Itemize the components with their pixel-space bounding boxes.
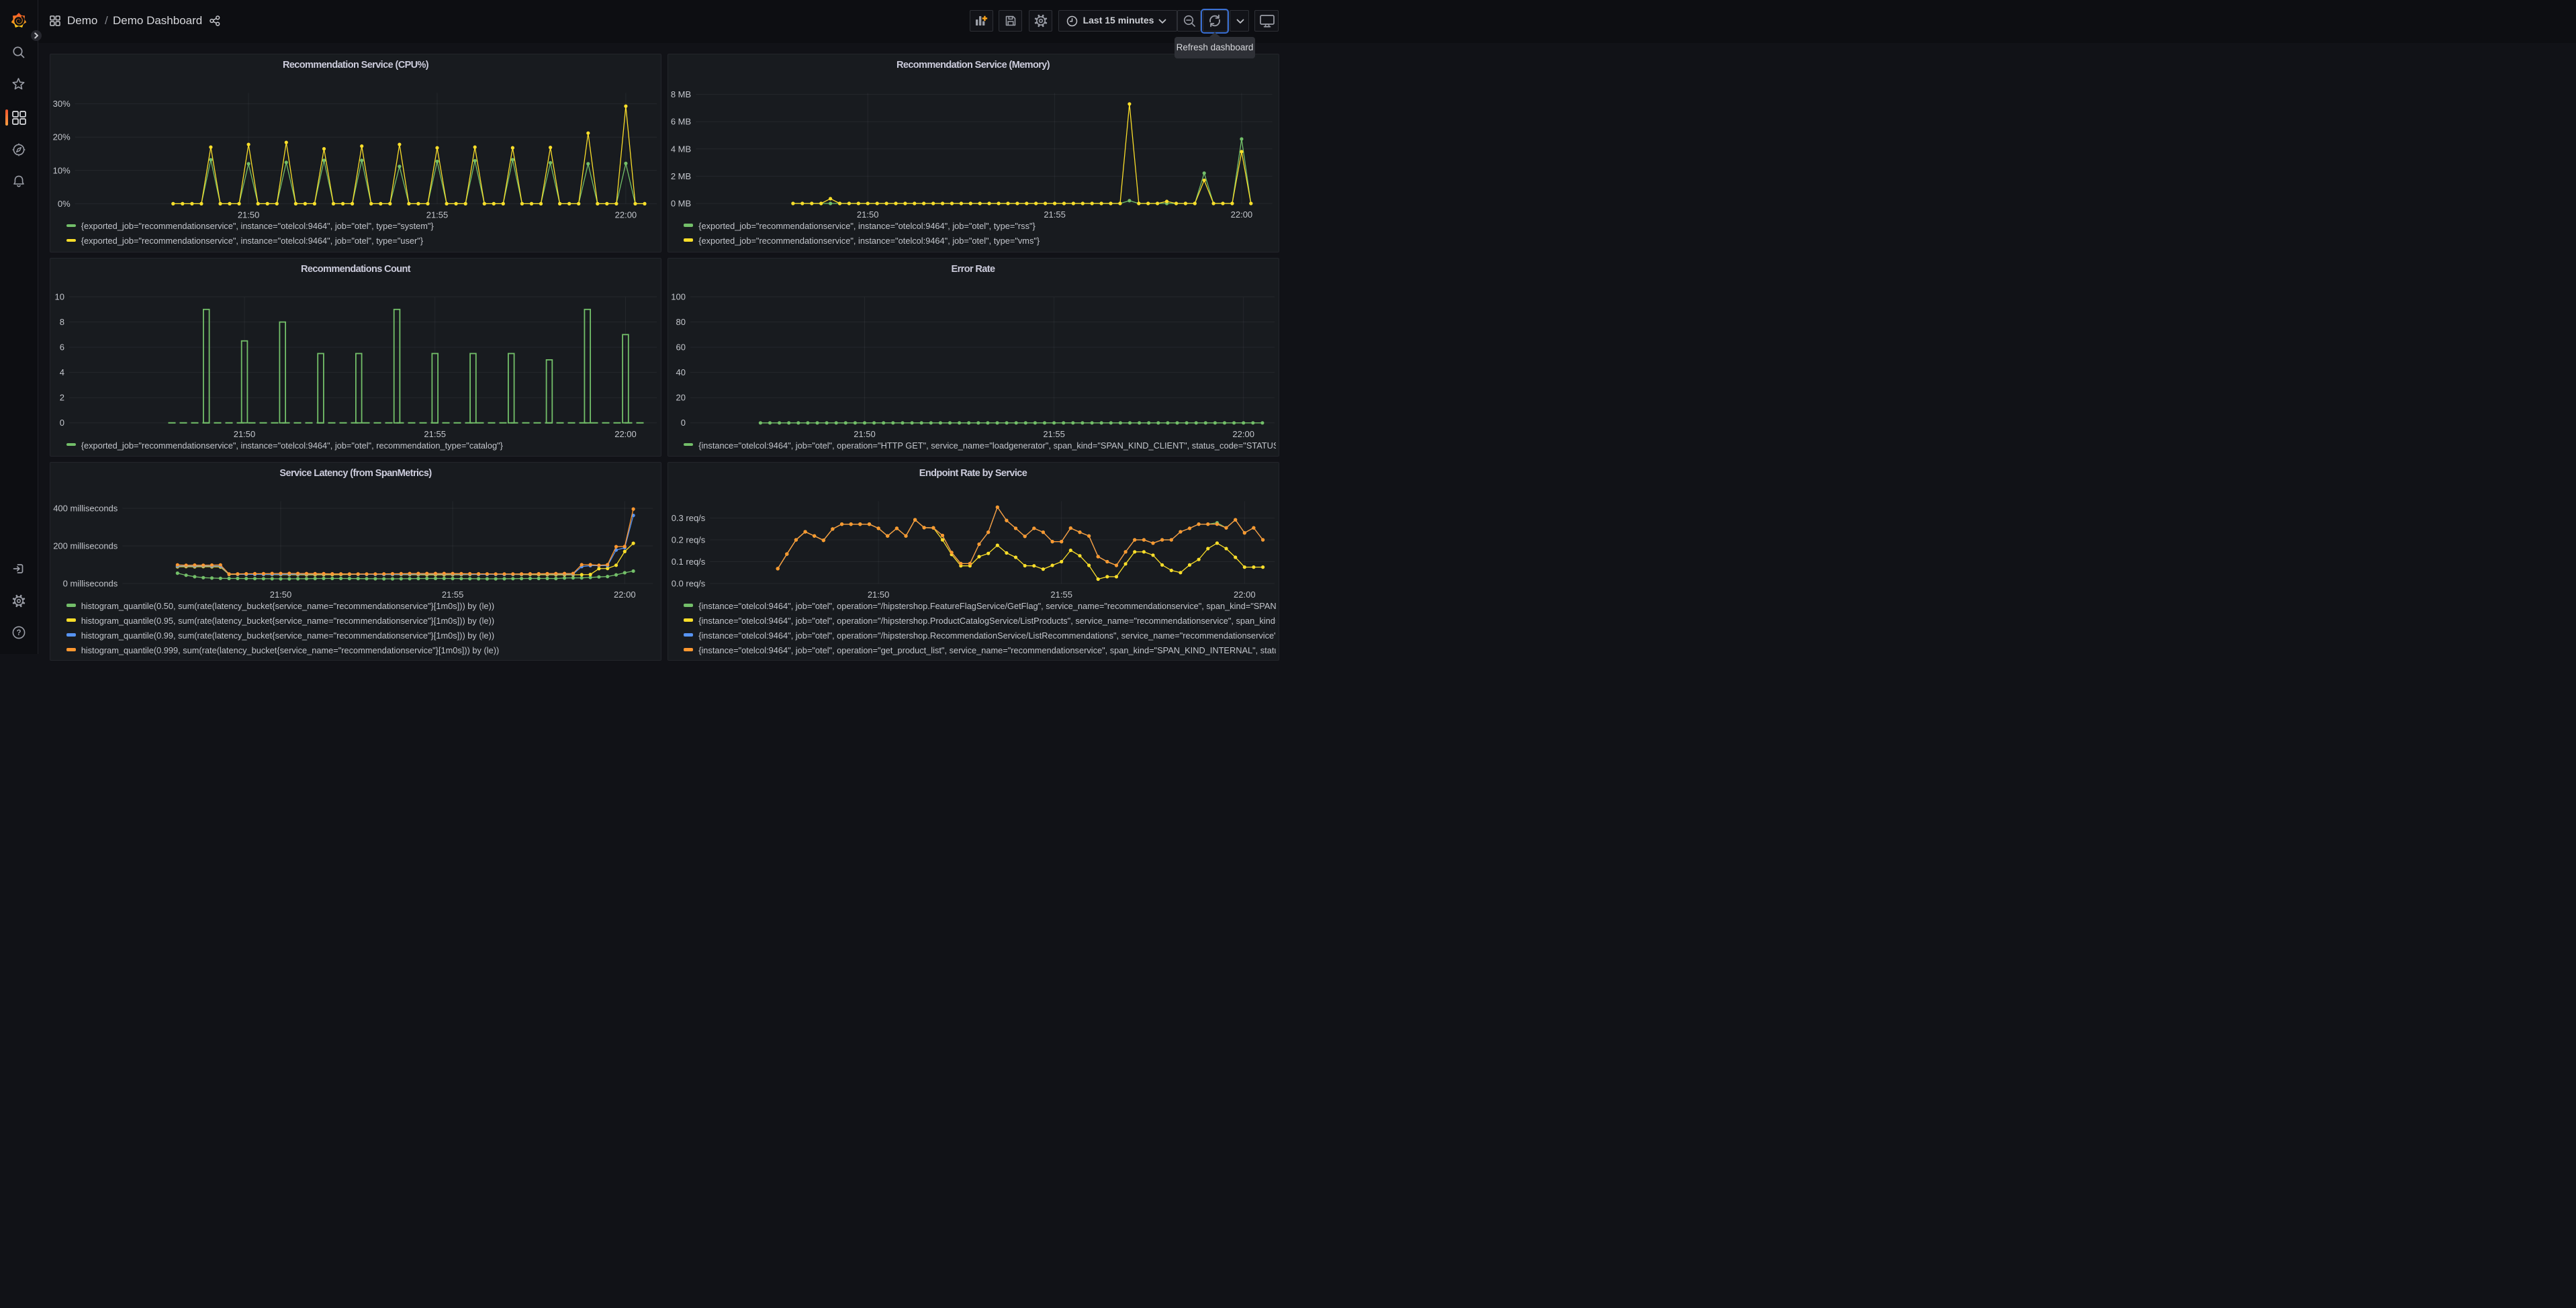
svg-text:200 milliseconds: 200 milliseconds bbox=[53, 541, 118, 551]
svg-text:0 MB: 0 MB bbox=[670, 199, 690, 209]
svg-text:22:00: 22:00 bbox=[615, 209, 637, 220]
svg-text:30%: 30% bbox=[53, 99, 71, 109]
svg-text:10: 10 bbox=[55, 292, 64, 302]
svg-text:40: 40 bbox=[676, 367, 685, 377]
svg-text:20: 20 bbox=[676, 393, 685, 403]
svg-text:400 milliseconds: 400 milliseconds bbox=[53, 504, 118, 514]
svg-text:4: 4 bbox=[60, 367, 64, 377]
svg-text:60: 60 bbox=[676, 342, 685, 353]
svg-text:0.3 req/s: 0.3 req/s bbox=[671, 513, 705, 523]
svg-text:0 milliseconds: 0 milliseconds bbox=[63, 579, 118, 589]
svg-text:21:55: 21:55 bbox=[1050, 590, 1072, 600]
svg-text:0.1 req/s: 0.1 req/s bbox=[671, 557, 705, 567]
svg-text:22:00: 22:00 bbox=[614, 429, 637, 439]
svg-text:8 MB: 8 MB bbox=[670, 89, 690, 99]
svg-text:21:55: 21:55 bbox=[424, 429, 446, 439]
svg-text:6 MB: 6 MB bbox=[670, 117, 690, 127]
svg-text:21:55: 21:55 bbox=[442, 590, 464, 600]
svg-text:0: 0 bbox=[60, 418, 64, 428]
svg-text:10%: 10% bbox=[53, 165, 71, 175]
svg-text:22:00: 22:00 bbox=[614, 590, 636, 600]
svg-text:21:55: 21:55 bbox=[1044, 209, 1066, 220]
svg-text:6: 6 bbox=[60, 342, 64, 353]
svg-text:21:55: 21:55 bbox=[1043, 429, 1065, 439]
svg-text:21:50: 21:50 bbox=[856, 209, 878, 220]
svg-text:80: 80 bbox=[676, 317, 685, 327]
svg-text:20%: 20% bbox=[53, 132, 71, 142]
svg-text:21:50: 21:50 bbox=[234, 429, 256, 439]
svg-text:2: 2 bbox=[60, 393, 64, 403]
svg-text:8: 8 bbox=[60, 317, 64, 327]
svg-text:2 MB: 2 MB bbox=[670, 171, 690, 181]
svg-text:21:50: 21:50 bbox=[238, 209, 260, 220]
svg-text:22:00: 22:00 bbox=[1232, 429, 1254, 439]
svg-text:4 MB: 4 MB bbox=[670, 144, 690, 154]
svg-text:0%: 0% bbox=[58, 199, 71, 209]
svg-text:22:00: 22:00 bbox=[1234, 590, 1256, 600]
svg-text:0.0 req/s: 0.0 req/s bbox=[671, 579, 705, 589]
svg-text:22:00: 22:00 bbox=[1230, 209, 1252, 220]
svg-text:21:50: 21:50 bbox=[854, 429, 876, 439]
svg-text:0: 0 bbox=[680, 418, 685, 428]
svg-text:21:55: 21:55 bbox=[426, 209, 449, 220]
svg-text:0.2 req/s: 0.2 req/s bbox=[671, 535, 705, 545]
svg-text:21:50: 21:50 bbox=[867, 590, 889, 600]
svg-text:21:50: 21:50 bbox=[270, 590, 292, 600]
svg-text:100: 100 bbox=[671, 292, 686, 302]
svg-text:?: ? bbox=[17, 629, 21, 637]
